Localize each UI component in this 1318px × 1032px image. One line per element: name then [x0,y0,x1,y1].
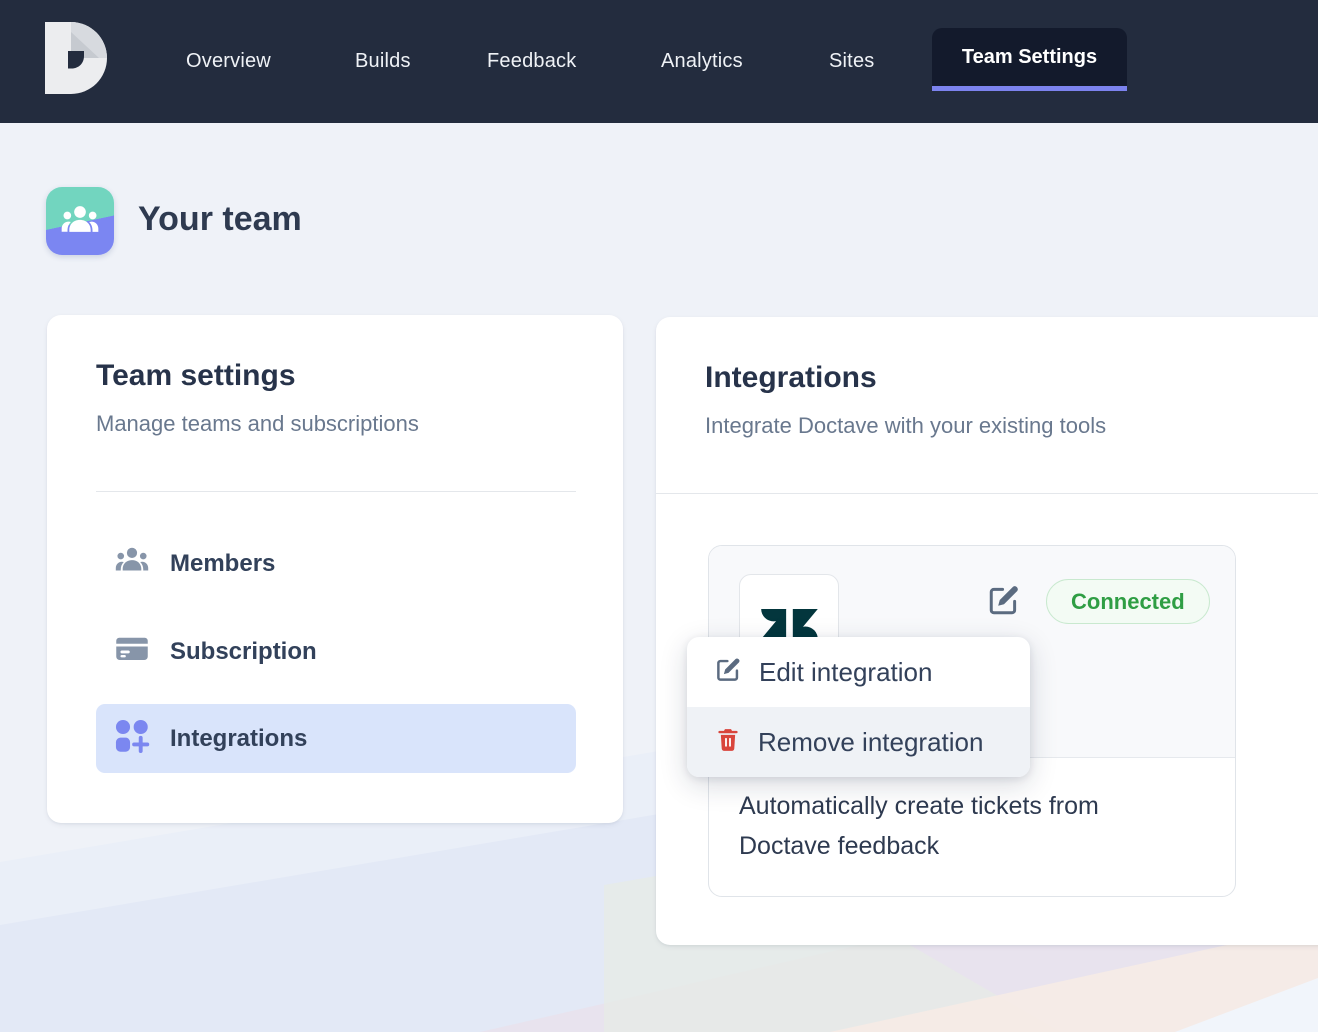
team-people-icon [46,187,114,255]
sidebar-item-members[interactable]: Members [96,529,576,598]
nav-item-sites[interactable]: Sites [829,0,874,123]
team-settings-card-subtitle: Manage teams and subscriptions [96,411,419,437]
team-settings-card: Team settings Manage teams and subscript… [47,315,623,823]
page-title: Your team [138,200,302,239]
nav-item-builds[interactable]: Builds [355,0,411,123]
edit-icon[interactable] [987,583,1021,617]
menu-item-label: Edit integration [759,657,932,688]
sidebar-item-label: Subscription [170,638,317,666]
credit-card-icon [114,631,150,672]
menu-item-label: Remove integration [758,727,983,758]
integrations-icon [114,718,150,759]
integrations-card-title: Integrations [705,361,877,395]
nav-item-feedback[interactable]: Feedback [487,0,576,123]
app-root: Overview Builds Feedback Analytics Sites… [0,0,1318,1032]
members-icon [114,543,150,584]
doctave-logo[interactable] [45,22,107,94]
nav-item-team-settings-active[interactable]: Team Settings [932,28,1127,91]
trash-icon [715,727,741,758]
team-settings-card-title: Team settings [96,359,296,393]
divider [96,491,576,492]
integration-description: Automatically create tickets from Doctav… [739,786,1184,866]
integration-context-menu: Edit integration Remove integration [687,637,1030,777]
menu-item-remove-integration[interactable]: Remove integration [687,707,1030,777]
nav-item-overview[interactable]: Overview [186,0,271,123]
sidebar-item-label: Integrations [170,725,307,753]
integrations-card: Integrations Integrate Doctave with your… [656,317,1318,945]
integrations-card-subtitle: Integrate Doctave with your existing too… [705,413,1106,439]
sidebar-item-label: Members [170,550,275,578]
divider [656,493,1318,494]
edit-icon [715,656,742,688]
menu-item-edit-integration[interactable]: Edit integration [687,637,1030,707]
sidebar-item-subscription[interactable]: Subscription [96,617,576,686]
status-badge-connected: Connected [1046,579,1210,624]
sidebar-item-integrations-selected[interactable]: Integrations [96,704,576,773]
nav-item-analytics[interactable]: Analytics [661,0,743,123]
top-navbar: Overview Builds Feedback Analytics Sites… [0,0,1318,123]
